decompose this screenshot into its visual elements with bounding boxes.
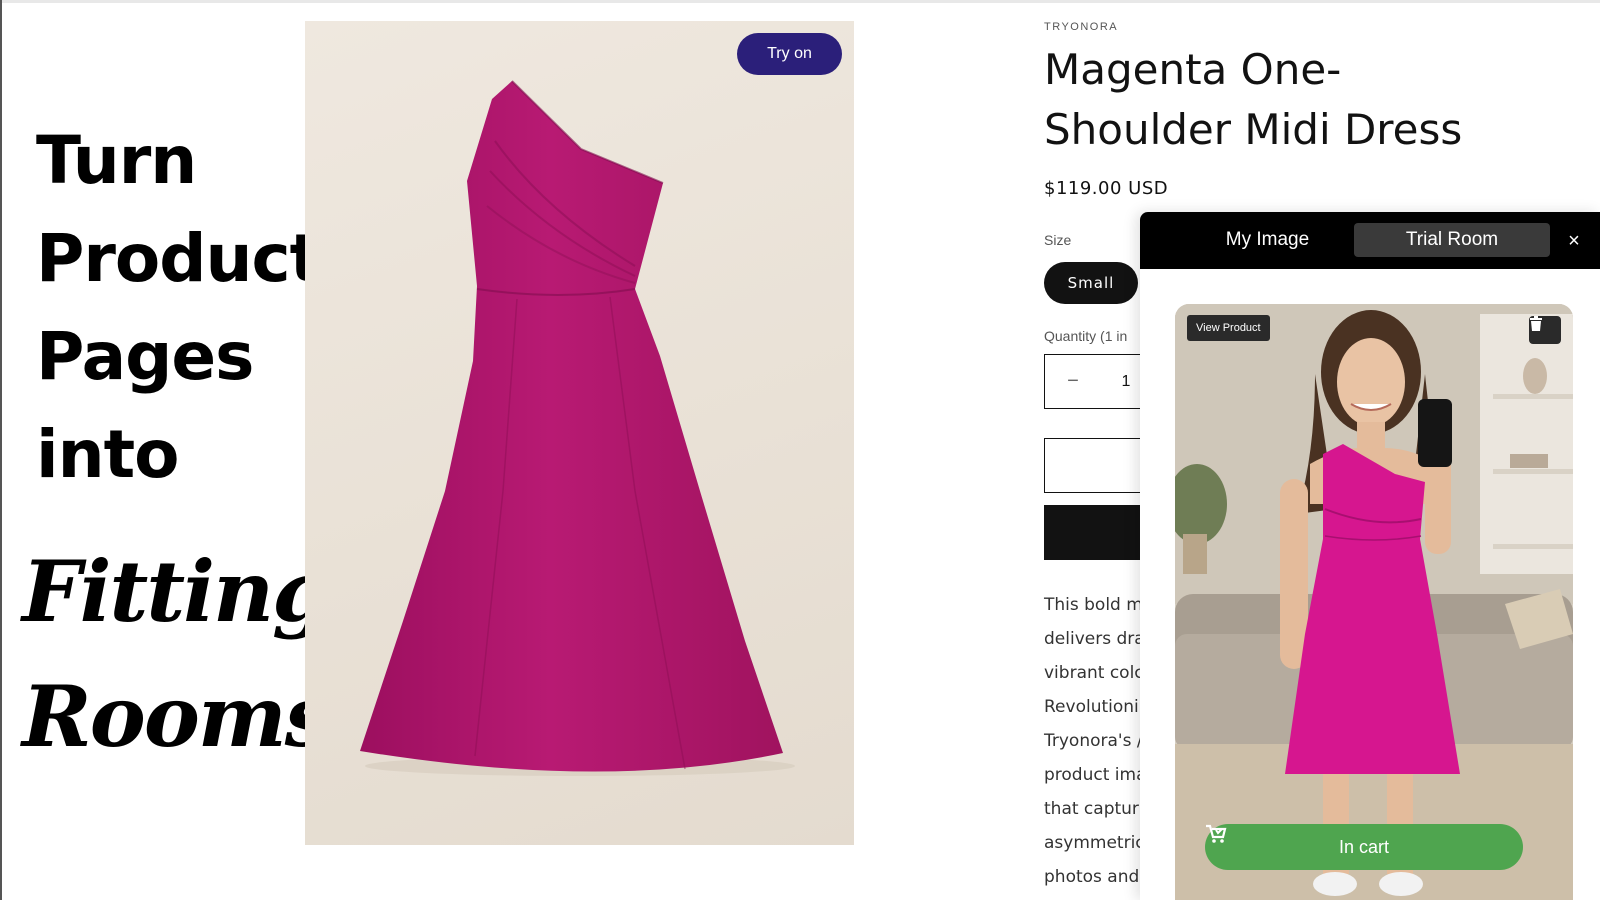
cart-icon <box>1206 824 1227 843</box>
promo-headline: Turn Product Pages into Fitting Rooms <box>22 112 332 766</box>
size-option-small[interactable]: Small <box>1044 262 1138 304</box>
in-cart-label: In cart <box>1338 836 1390 857</box>
try-on-button[interactable]: Try on <box>737 33 842 75</box>
try-on-result-photo: View Product In cart <box>1175 304 1573 900</box>
product-price: $119.00 USD <box>1044 178 1169 199</box>
widget-header: My Image Trial Room × <box>1140 212 1600 269</box>
trash-icon[interactable] <box>1529 316 1561 344</box>
quantity-label: Quantity (1 in <box>1044 328 1128 344</box>
headline-accent-2: Rooms <box>22 667 332 766</box>
trial-room-widget: My Image Trial Room × View Product In ca… <box>1140 212 1600 900</box>
headline-accent-1: Fitting <box>22 542 331 641</box>
size-label: Size <box>1044 232 1072 248</box>
view-product-button[interactable]: View Product <box>1187 315 1270 341</box>
tab-my-image[interactable]: My Image <box>1190 223 1345 257</box>
headline-line-3: Pages <box>36 318 254 395</box>
product-title: Magenta One- Shoulder Midi Dress <box>1044 40 1464 160</box>
in-cart-button[interactable]: In cart <box>1205 824 1523 870</box>
close-icon[interactable]: × <box>1560 227 1588 255</box>
left-edge-divider <box>0 0 2 900</box>
quantity-decrease-button[interactable]: − <box>1045 370 1101 393</box>
try-on-photo-illustration <box>1175 304 1573 900</box>
headline-line-4: into <box>36 416 180 493</box>
product-image[interactable]: Try on <box>305 21 854 845</box>
product-title-line-1: Magenta One- <box>1044 45 1342 94</box>
dress-illustration <box>360 80 795 776</box>
trash-icon-glyph <box>1530 316 1542 331</box>
product-title-line-2: Shoulder Midi Dress <box>1044 105 1463 154</box>
headline-line-1: Turn <box>36 122 197 199</box>
headline-line-2: Product <box>36 220 321 297</box>
vendor-name: TRYONORA <box>1044 21 1119 33</box>
tab-trial-room[interactable]: Trial Room <box>1354 223 1550 257</box>
